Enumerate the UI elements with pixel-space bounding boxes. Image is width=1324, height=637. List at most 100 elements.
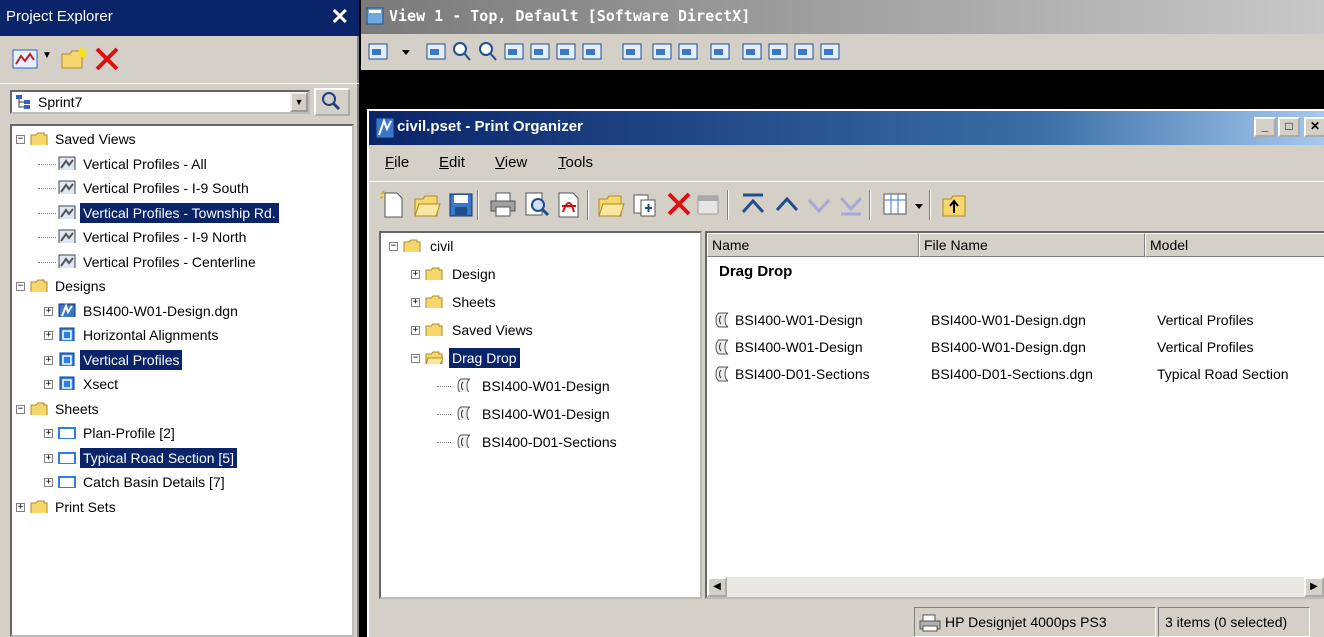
zoom-out-icon[interactable] <box>477 41 499 63</box>
tree-item-vertical-profiles-all[interactable]: Vertical Profiles - All <box>12 153 352 175</box>
tree-item-designs[interactable]: − Designs <box>12 275 352 297</box>
view-next-icon[interactable] <box>651 41 673 63</box>
chevron-down-icon[interactable]: ▼ <box>42 50 52 61</box>
po-tree-sheet[interactable]: BSI400-W01-Design <box>381 375 699 397</box>
po-tree-root[interactable]: − civil <box>381 235 699 257</box>
expand-toggle[interactable]: + <box>44 429 53 438</box>
tree-item-vertical-profiles-township-rd[interactable]: Vertical Profiles - Township Rd. <box>12 202 352 224</box>
list-row[interactable]: BSI400-D01-Sections BSI400-D01-Sections.d… <box>707 361 1324 387</box>
update-view-icon[interactable] <box>425 41 447 63</box>
view-attributes-icon[interactable] <box>367 41 389 63</box>
rotate-view-icon[interactable] <box>555 41 577 63</box>
expand-toggle[interactable]: + <box>44 478 53 487</box>
move-to-top-icon[interactable] <box>739 190 767 220</box>
pan-view-icon[interactable] <box>581 41 603 63</box>
close-button[interactable]: ✕ <box>1304 117 1324 137</box>
delete-icon[interactable] <box>94 46 120 72</box>
tree-item-plan-profile-2[interactable]: + Plan-Profile [2] <box>12 422 352 444</box>
properties-icon[interactable] <box>695 190 723 220</box>
columns-icon[interactable] <box>881 190 909 220</box>
tree-item-catch-basin-details-7[interactable]: + Catch Basin Details [7] <box>12 471 352 493</box>
go-up-folder-icon[interactable] <box>941 190 969 220</box>
list-row[interactable]: BSI400-W01-Design BSI400-W01-Design.dgn Ve… <box>707 334 1324 360</box>
column-header-file-name[interactable]: File Name <box>919 233 1145 257</box>
tree-item-print-sets[interactable]: + Print Sets <box>12 496 352 518</box>
menu-view[interactable]: View <box>495 154 527 171</box>
print-organizer-title-bar[interactable]: civil.pset - Print Organizer _ □ ✕ <box>369 111 1324 145</box>
po-tree-sheet[interactable]: BSI400-D01-Sections <box>381 431 699 453</box>
collapse-toggle[interactable]: − <box>16 404 25 414</box>
horizontal-scrollbar[interactable]: ◀ ▶ <box>707 577 1324 597</box>
printer-icon <box>919 614 941 632</box>
explorer-search-button[interactable] <box>314 88 350 116</box>
move-up-icon[interactable] <box>773 190 801 220</box>
tree-item-horizontal-alignments[interactable]: + Horizontal Alignments <box>12 324 352 346</box>
collapse-toggle[interactable]: − <box>16 135 25 144</box>
po-tree-folder[interactable]: − Drag Drop <box>381 347 699 369</box>
scroll-left-button[interactable]: ◀ <box>707 577 727 597</box>
new-folder-icon[interactable] <box>60 44 90 72</box>
expand-toggle[interactable]: + <box>411 270 420 279</box>
chevron-down-icon[interactable] <box>913 190 925 220</box>
collapse-toggle[interactable]: − <box>411 354 420 363</box>
project-selector[interactable]: Sprint7 ▼ <box>10 90 310 114</box>
zoom-in-icon[interactable] <box>451 41 473 63</box>
expand-toggle[interactable]: + <box>411 326 420 335</box>
add-files-icon[interactable] <box>631 190 659 220</box>
view-previous-icon[interactable] <box>621 41 643 63</box>
tree-item-vertical-profiles-i-9-north[interactable]: Vertical Profiles - I-9 North <box>12 226 352 248</box>
expand-toggle[interactable]: + <box>44 380 53 389</box>
expand-toggle[interactable]: + <box>411 298 420 307</box>
collapse-toggle[interactable]: − <box>389 242 398 251</box>
new-icon[interactable] <box>379 190 407 220</box>
print-icon[interactable] <box>489 190 517 220</box>
tree-item-saved-views[interactable]: − Saved Views <box>12 128 352 150</box>
tree-item-typical-road-section-5[interactable]: + Typical Road Section [5] <box>12 447 352 469</box>
display-style-icon[interactable] <box>767 41 789 63</box>
move-to-bottom-icon[interactable] <box>837 190 865 220</box>
window-area-icon[interactable] <box>503 41 525 63</box>
po-tree-folder[interactable]: + Design <box>381 263 699 285</box>
copy-view-icon[interactable] <box>677 41 699 63</box>
clip-mask-icon[interactable] <box>741 41 763 63</box>
tree-item-bsi400-w01-design-dgn[interactable]: + BSI400-W01-Design.dgn <box>12 300 352 322</box>
render-icon[interactable] <box>819 41 841 63</box>
expand-toggle[interactable]: + <box>44 453 53 463</box>
explorer-close-button[interactable]: ✕ <box>331 4 349 30</box>
expand-toggle[interactable]: + <box>16 502 25 512</box>
new-folder-icon[interactable] <box>597 190 625 220</box>
list-row[interactable]: BSI400-W01-Design BSI400-W01-Design.dgn Ve… <box>707 307 1324 333</box>
tree-item-sheets[interactable]: − Sheets <box>12 398 352 420</box>
po-tree-folder[interactable]: + Sheets <box>381 291 699 313</box>
save-icon[interactable] <box>447 190 475 220</box>
column-header-model[interactable]: Model <box>1145 233 1324 257</box>
camera-icon[interactable] <box>793 41 815 63</box>
collapse-toggle[interactable]: − <box>16 282 25 291</box>
chevron-down-icon[interactable] <box>401 41 411 63</box>
explorer-view-icon[interactable] <box>12 48 38 70</box>
scroll-right-button[interactable]: ▶ <box>1304 577 1324 597</box>
delete-icon[interactable] <box>665 190 693 220</box>
expand-toggle[interactable]: + <box>44 331 53 340</box>
preview-icon[interactable] <box>523 190 551 220</box>
tree-item-vertical-profiles-i-9-south[interactable]: Vertical Profiles - I-9 South <box>12 177 352 199</box>
tree-item-xsect[interactable]: + Xsect <box>12 373 352 395</box>
fit-view-icon[interactable] <box>529 41 551 63</box>
expand-toggle[interactable]: + <box>44 306 53 316</box>
move-down-icon[interactable] <box>805 190 833 220</box>
chevron-down-icon[interactable]: ▼ <box>290 92 308 112</box>
po-tree-folder[interactable]: + Saved Views <box>381 319 699 341</box>
column-header-name[interactable]: Name <box>707 233 919 257</box>
menu-file[interactable]: File <box>385 154 409 171</box>
clip-volume-icon[interactable] <box>709 41 731 63</box>
menu-tools[interactable]: Tools <box>558 154 593 171</box>
tree-item-vertical-profiles-centerline[interactable]: Vertical Profiles - Centerline <box>12 251 352 273</box>
menu-edit[interactable]: Edit <box>439 154 465 171</box>
po-tree-sheet[interactable]: BSI400-W01-Design <box>381 403 699 425</box>
pdf-icon[interactable] <box>555 190 583 220</box>
expand-toggle[interactable]: + <box>44 355 53 365</box>
tree-item-vertical-profiles[interactable]: + Vertical Profiles <box>12 349 352 371</box>
open-icon[interactable] <box>413 190 441 220</box>
maximize-button[interactable]: □ <box>1278 117 1300 137</box>
minimize-button[interactable]: _ <box>1254 117 1276 137</box>
